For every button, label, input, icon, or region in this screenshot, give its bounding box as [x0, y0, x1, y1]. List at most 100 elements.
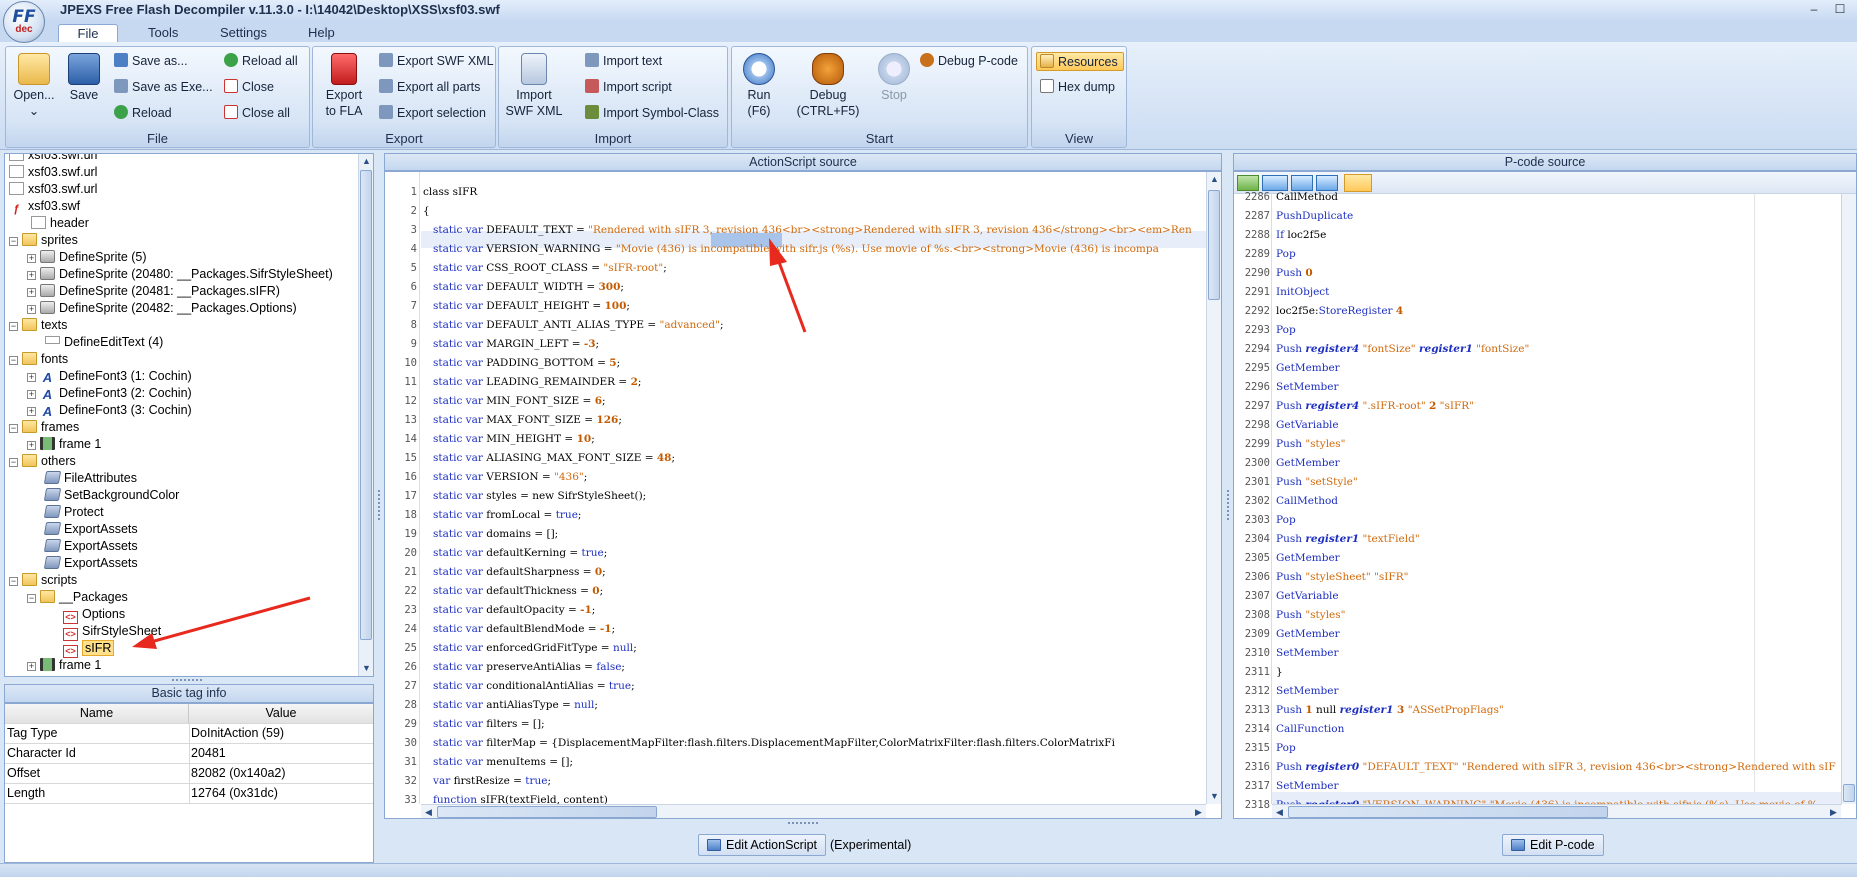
tree-item-url-2[interactable]: xsf03.swf.url	[9, 164, 97, 181]
actionscript-vertical-scrollbar[interactable]: ▲ ▼	[1206, 172, 1221, 804]
code-line[interactable]: static var DEFAULT_HEIGHT = 100;	[423, 299, 630, 313]
column-header-name[interactable]: Name	[5, 704, 189, 723]
debug-button[interactable]: Debug (CTRL+F5)	[790, 53, 866, 119]
actionscript-hscroll-thumb[interactable]	[437, 806, 657, 818]
tree-item-sifr[interactable]: <> sIFR	[63, 640, 115, 658]
code-line[interactable]: static var MIN_FONT_SIZE = 6;	[423, 394, 606, 408]
code-line[interactable]: CallFunction	[1276, 722, 1344, 736]
close-button[interactable]: Close	[224, 79, 274, 94]
resource-tree[interactable]: xsf03.swf.url xsf03.swf.url xsf03.swf.ur…	[4, 153, 374, 677]
code-line[interactable]: static var menuItems = [];	[423, 755, 573, 769]
vertical-splitter-grip-2[interactable]	[1227, 490, 1231, 520]
hex-icon[interactable]	[1291, 175, 1313, 191]
scroll-right-icon[interactable]: ▶	[1826, 805, 1841, 818]
edit-actionscript-button[interactable]: Edit ActionScript	[698, 834, 827, 856]
code-line[interactable]: GetMember	[1276, 456, 1340, 470]
pcode-horizontal-scrollbar[interactable]: ◀ ▶	[1272, 804, 1841, 818]
code-line[interactable]: static var DEFAULT_TEXT = "Rendered with…	[423, 223, 1192, 237]
code-line[interactable]: Push "styleSheet" "sIFR"	[1276, 570, 1408, 584]
code-line[interactable]: static var LEADING_REMAINDER = 2;	[423, 375, 641, 389]
code-line[interactable]: SetMember	[1276, 380, 1339, 394]
tab-help[interactable]: Help	[296, 24, 347, 42]
code-line[interactable]: Pop	[1276, 323, 1296, 337]
code-line[interactable]: static var VERSION = "436";	[423, 470, 587, 484]
expand-icon[interactable]: +	[27, 407, 36, 416]
code-line[interactable]: PushDuplicate	[1276, 209, 1353, 223]
open-button[interactable]: Open... ⌄	[12, 53, 56, 119]
pcode-editor[interactable]: 2286 CallMethod 2287 PushDuplicate 2288 If lo…	[1233, 171, 1857, 819]
column-header-value[interactable]: Value	[189, 704, 373, 723]
reload-all-button[interactable]: Reload all	[224, 53, 298, 68]
export-to-fla-button[interactable]: Export to FLA	[317, 53, 371, 119]
code-line[interactable]: If loc2f5e	[1276, 228, 1326, 242]
scroll-right-icon[interactable]: ▶	[1191, 805, 1206, 818]
collapse-icon[interactable]: −	[9, 458, 18, 467]
tree-item-definefont3-1[interactable]: + A DefineFont3 (1: Cochin)	[27, 368, 192, 385]
code-line[interactable]: static var DEFAULT_WIDTH = 300;	[423, 280, 624, 294]
actionscript-vscroll-thumb[interactable]	[1208, 190, 1220, 300]
code-line[interactable]: static var domains = [];	[423, 527, 558, 541]
code-line[interactable]: static var MIN_HEIGHT = 10;	[423, 432, 595, 446]
tree-vertical-scrollbar[interactable]: ▲ ▼	[358, 154, 373, 676]
code-line[interactable]: Pop	[1276, 741, 1296, 755]
resources-button[interactable]: Resources	[1036, 52, 1124, 71]
tree-item-definefont3-3[interactable]: + A DefineFont3 (3: Cochin)	[27, 402, 192, 419]
expand-icon[interactable]: +	[27, 254, 36, 263]
scroll-up-icon[interactable]: ▲	[359, 154, 373, 169]
stop-button[interactable]: Stop	[872, 53, 916, 103]
tree-item-sprites[interactable]: − sprites	[9, 232, 78, 249]
tree-item-fonts[interactable]: − fonts	[9, 351, 68, 368]
tree-scroll-thumb[interactable]	[360, 170, 372, 640]
code-line[interactable]: static var defaultSharpness = 0;	[423, 565, 606, 579]
deobfuscate-off-icon[interactable]	[1262, 175, 1288, 191]
pcode-vscroll-thumb[interactable]	[1843, 784, 1855, 802]
tree-item-sifrstylesheet[interactable]: <> SifrStyleSheet	[63, 623, 161, 641]
code-line[interactable]: GetVariable	[1276, 589, 1339, 603]
pcode-hscroll-thumb[interactable]	[1288, 806, 1608, 818]
code-line[interactable]: static var fromLocal = true;	[423, 508, 581, 522]
export-selection-button[interactable]: Export selection	[379, 105, 486, 120]
code-line[interactable]: Push 0	[1276, 266, 1313, 280]
maximize-button[interactable]: ☐	[1832, 2, 1848, 17]
code-line[interactable]: SetMember	[1276, 779, 1339, 793]
code-line[interactable]: static var defaultKerning = true;	[423, 546, 607, 560]
code-line[interactable]: static var antiAliasType = null;	[423, 698, 598, 712]
actionscript-horizontal-scrollbar[interactable]: ◀ ▶	[421, 804, 1206, 818]
import-script-button[interactable]: Import script	[585, 79, 672, 94]
code-line[interactable]: class sIFR	[423, 185, 477, 199]
import-swf-xml-button[interactable]: Import SWF XML	[503, 53, 565, 119]
scroll-down-icon[interactable]: ▼	[1207, 789, 1221, 804]
code-line[interactable]: Pop	[1276, 247, 1296, 261]
tab-settings[interactable]: Settings	[208, 24, 279, 42]
code-line[interactable]: static var DEFAULT_ANTI_ALIAS_TYPE = "ad…	[423, 318, 724, 332]
code-line[interactable]: Push "styles"	[1276, 608, 1346, 622]
collapse-icon[interactable]: −	[9, 237, 18, 246]
code-line[interactable]: static var filters = [];	[423, 717, 545, 731]
tree-item-definesprite-20481[interactable]: + DefineSprite (20481: __Packages.sIFR)	[27, 283, 280, 300]
close-all-button[interactable]: Close all	[224, 105, 290, 120]
code-line[interactable]: static var preserveAntiAlias = false;	[423, 660, 625, 674]
tree-item-texts[interactable]: − texts	[9, 317, 67, 334]
code-line[interactable]: }	[1276, 665, 1283, 679]
code-line[interactable]: var firstResize = true;	[423, 774, 551, 788]
save-as-exe-button[interactable]: Save as Exe...	[114, 79, 213, 94]
code-line[interactable]: Push register0 "DEFAULT_TEXT" "Rendered …	[1276, 760, 1836, 774]
collapse-icon[interactable]: −	[9, 424, 18, 433]
reload-button[interactable]: Reload	[114, 105, 172, 120]
code-line[interactable]: Push 1 null register1 3 "ASSetPropFlags"	[1276, 703, 1504, 717]
code-line[interactable]: Push register1 "textField"	[1276, 532, 1420, 546]
code-line[interactable]: static var styles = new SifrStyleSheet()…	[423, 489, 646, 503]
collapse-icon[interactable]: −	[27, 594, 36, 603]
tree-item-url-1[interactable]: xsf03.swf.url	[9, 154, 97, 164]
code-line[interactable]: GetMember	[1276, 627, 1340, 641]
tree-item-exportassets-2[interactable]: ExportAssets	[43, 538, 138, 555]
code-line[interactable]: Push "setStyle"	[1276, 475, 1358, 489]
actionscript-editor[interactable]: 1 class sIFR 2 {3 static var DEFAULT_TEXT =…	[384, 171, 1222, 819]
code-line[interactable]: static var MAX_FONT_SIZE = 126;	[423, 413, 622, 427]
collapse-icon[interactable]: −	[9, 577, 18, 586]
code-line[interactable]: static var ALIASING_MAX_FONT_SIZE = 48;	[423, 451, 675, 465]
code-line[interactable]: static var MARGIN_LEFT = -3;	[423, 337, 599, 351]
code-line[interactable]: static var enforcedGridFitType = null;	[423, 641, 637, 655]
export-all-parts-button[interactable]: Export all parts	[379, 79, 480, 94]
code-line[interactable]: static var defaultOpacity = -1;	[423, 603, 595, 617]
